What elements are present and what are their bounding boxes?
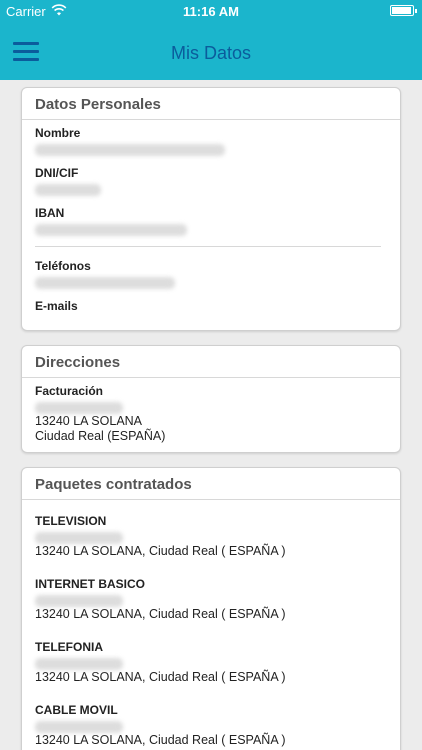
- addresses-card: Direcciones Facturación 13240 LA SOLANA …: [21, 345, 401, 453]
- package-name: TELEFONIA: [35, 640, 103, 654]
- package-name: TELEVISION: [35, 514, 107, 528]
- packages-card: Paquetes contratados TELEVISION 13240 LA…: [21, 467, 401, 750]
- billing-label: Facturación: [35, 384, 104, 398]
- package-item[interactable]: INTERNET BASICO 13240 LA SOLANA, Ciudad …: [35, 577, 387, 622]
- emails-field: E-mails: [35, 299, 387, 314]
- dni-label: DNI/CIF: [35, 166, 79, 180]
- page-title: Mis Datos: [170, 43, 251, 63]
- name-label: Nombre: [35, 126, 81, 140]
- personal-data-card: Datos Personales Nombre DNI/CIF IBAN Tel…: [21, 87, 401, 331]
- emails-label: E-mails: [35, 299, 78, 313]
- personal-data-header: Datos Personales: [22, 88, 400, 120]
- package-street-redacted: [35, 658, 123, 670]
- iban-value-redacted: [35, 224, 187, 236]
- package-item[interactable]: TELEFONIA 13240 LA SOLANA, Ciudad Real (…: [35, 640, 387, 685]
- nav-bar: Mis Datos: [0, 22, 422, 80]
- dni-value-redacted: [35, 184, 101, 196]
- addresses-header: Direcciones: [22, 346, 400, 378]
- phones-value-redacted: [35, 277, 175, 289]
- billing-street-redacted: [35, 402, 123, 414]
- phones-field: Teléfonos: [35, 259, 387, 289]
- package-name: INTERNET BASICO: [35, 577, 146, 591]
- iban-field: IBAN: [35, 206, 387, 236]
- package-street-redacted: [35, 532, 123, 544]
- package-location: 13240 LA SOLANA, Ciudad Real ( ESPAÑA ): [35, 670, 286, 684]
- divider: [35, 246, 381, 247]
- clock: 11:16 AM: [183, 4, 239, 19]
- package-street-redacted: [35, 721, 123, 733]
- iban-label: IBAN: [35, 206, 65, 220]
- billing-city: 13240 LA SOLANA: [35, 414, 143, 428]
- packages-header: Paquetes contratados: [22, 468, 400, 500]
- battery-icon: [390, 5, 417, 16]
- billing-province: Ciudad Real (ESPAÑA): [35, 429, 166, 443]
- battery-level: [392, 7, 411, 14]
- package-location: 13240 LA SOLANA, Ciudad Real ( ESPAÑA ): [35, 607, 286, 621]
- dni-field: DNI/CIF: [35, 166, 387, 196]
- package-item[interactable]: CABLE MOVIL 13240 LA SOLANA, Ciudad Real…: [35, 703, 387, 748]
- name-field: Nombre: [35, 126, 387, 156]
- package-street-redacted: [35, 595, 123, 607]
- name-value-redacted: [35, 144, 225, 156]
- package-item[interactable]: TELEVISION 13240 LA SOLANA, Ciudad Real …: [35, 514, 387, 559]
- package-name: CABLE MOVIL: [35, 703, 118, 717]
- status-bar: Carrier 11:16 AM: [0, 0, 422, 22]
- phones-label: Teléfonos: [35, 259, 91, 273]
- package-location: 13240 LA SOLANA, Ciudad Real ( ESPAÑA ): [35, 733, 286, 747]
- package-location: 13240 LA SOLANA, Ciudad Real ( ESPAÑA ): [35, 544, 286, 558]
